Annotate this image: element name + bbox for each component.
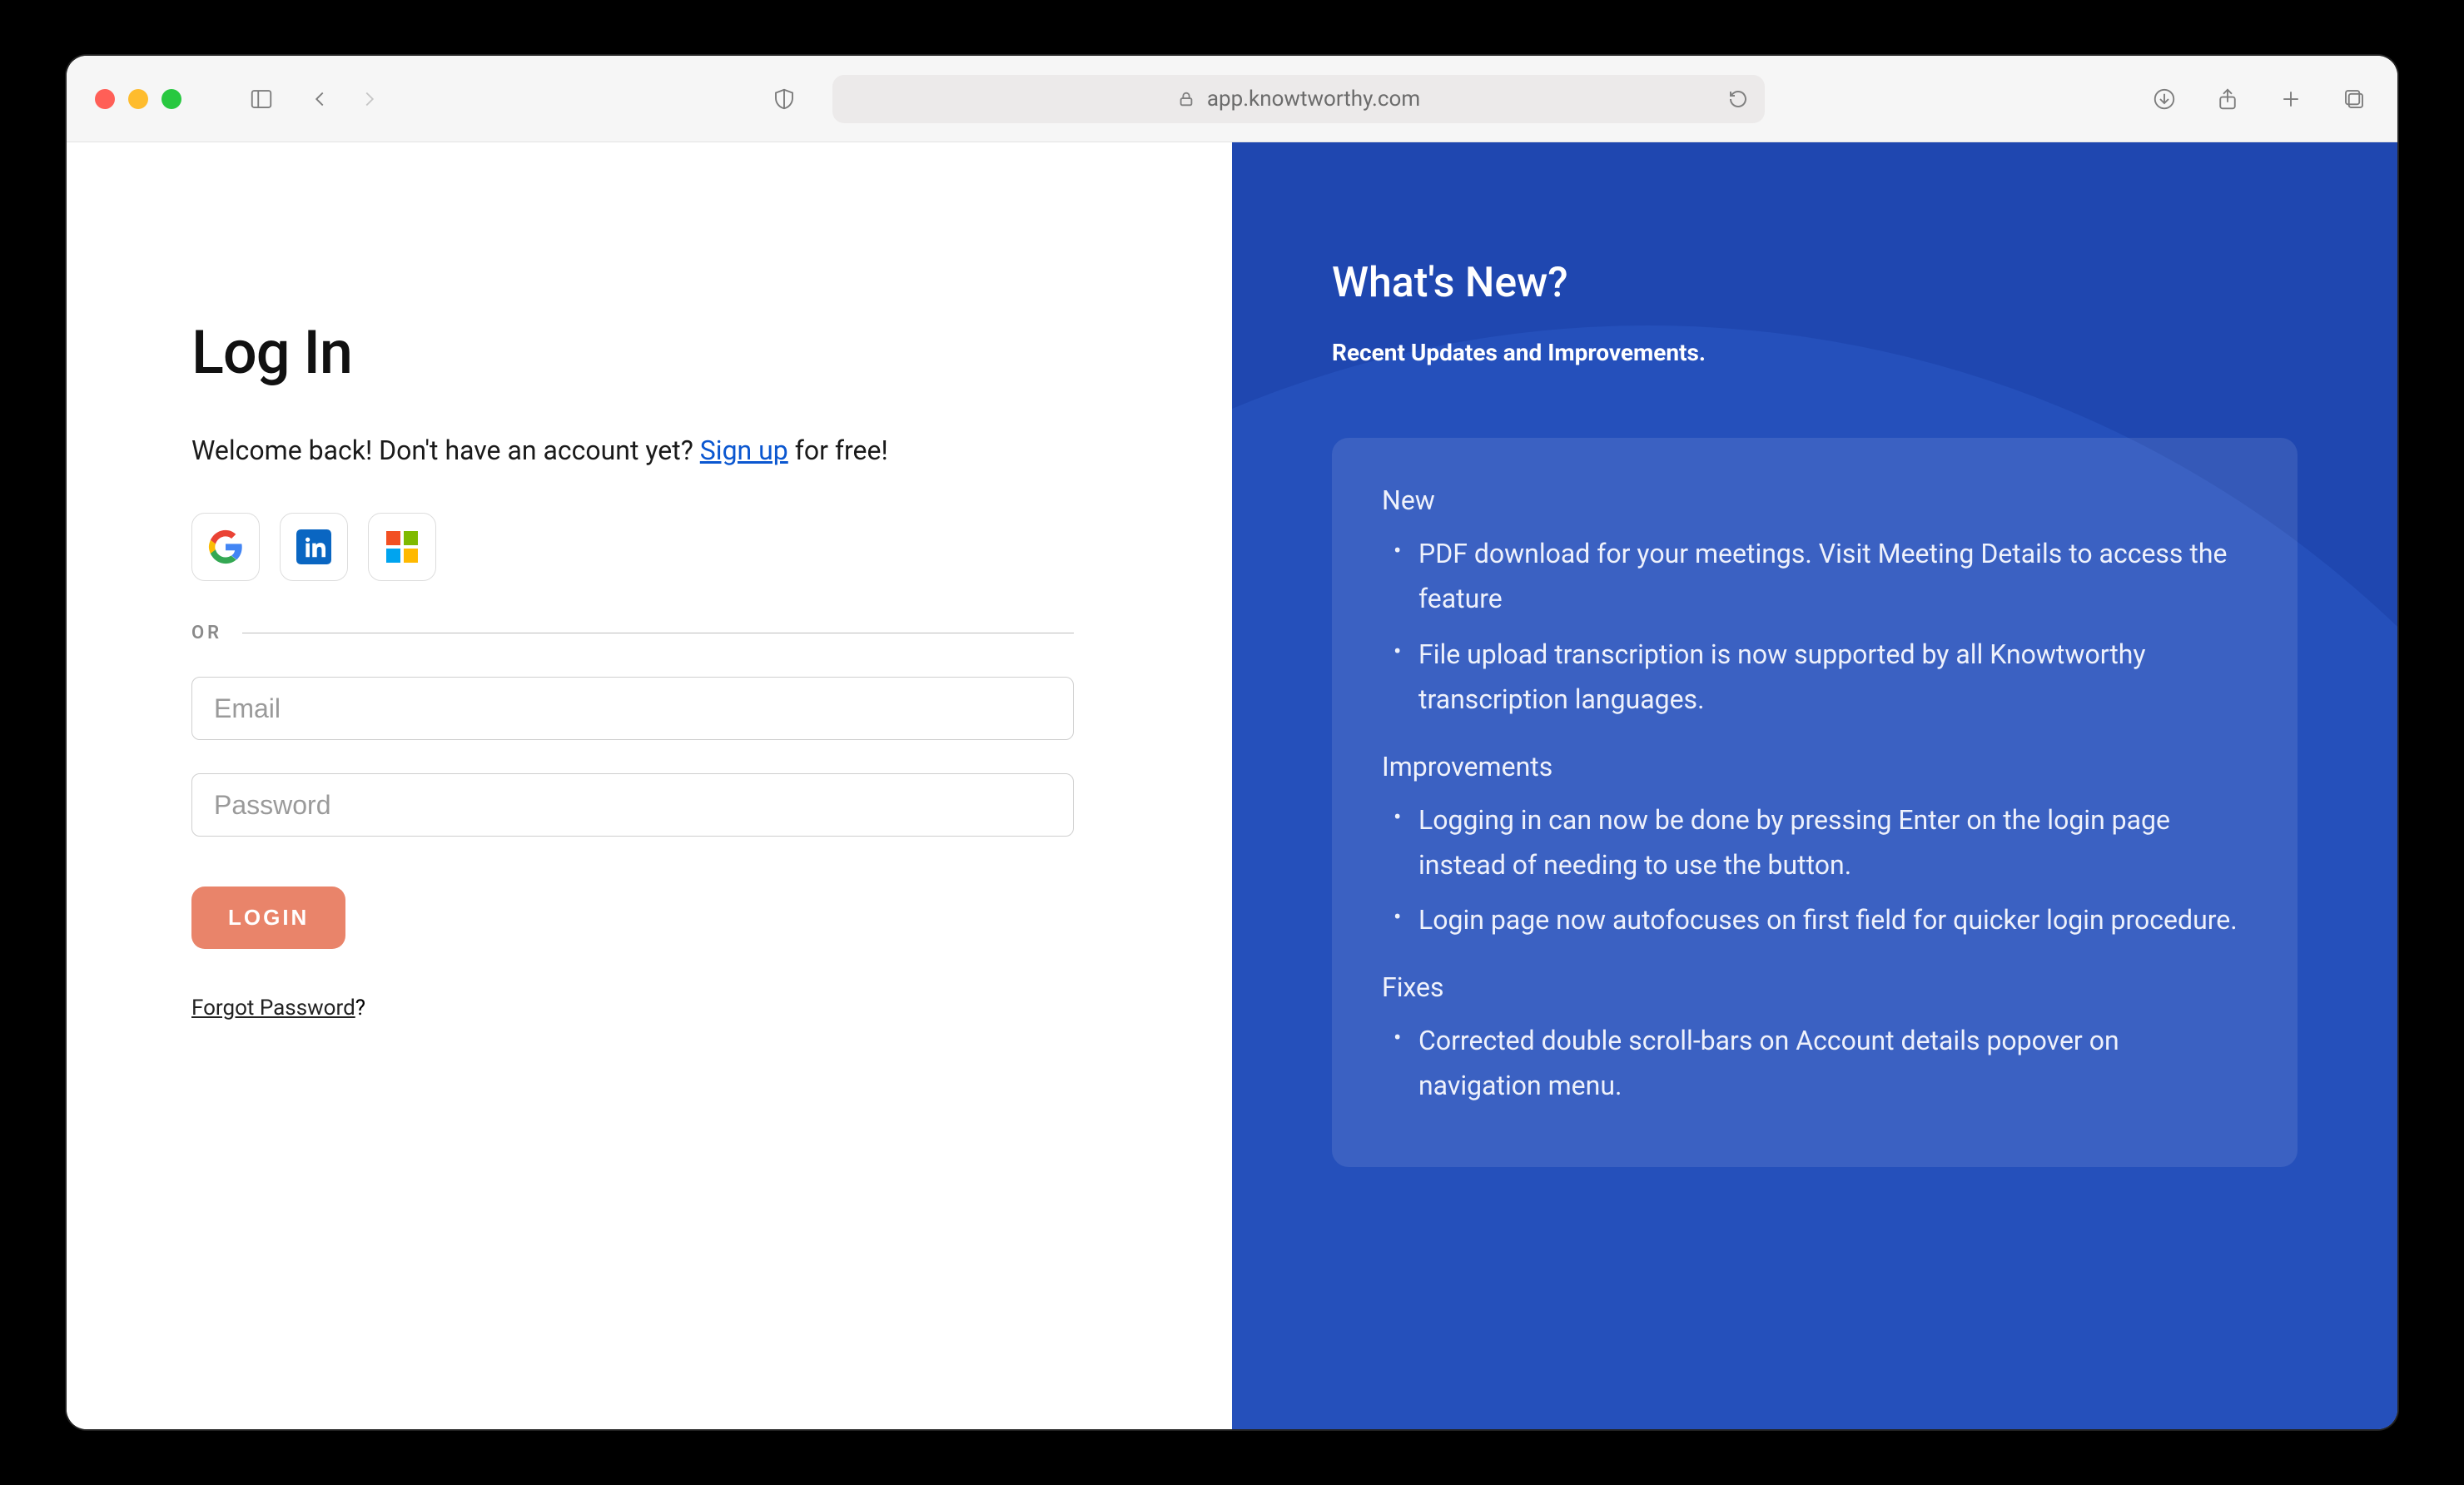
or-divider: OR	[191, 623, 1074, 643]
microsoft-icon	[386, 531, 418, 563]
page-title: Log In	[191, 317, 1074, 388]
close-window-button[interactable]	[95, 89, 115, 109]
refresh-icon[interactable]	[1728, 89, 1748, 109]
list-item: Login page now autofocuses on first fiel…	[1382, 897, 2248, 942]
whats-new-panel: What's New? Recent Updates and Improveme…	[1232, 142, 2397, 1429]
section-list-improvements: Logging in can now be done by pressing E…	[1382, 797, 2248, 943]
tabs-overview-icon[interactable]	[2339, 84, 2369, 114]
google-icon	[208, 529, 243, 564]
whats-new-title: What's New?	[1332, 259, 2298, 307]
browser-window: app.knowtworthy.com	[67, 56, 2397, 1429]
section-heading-fixes: Fixes	[1382, 971, 2248, 1003]
titlebar: app.knowtworthy.com	[67, 56, 2397, 142]
release-notes-card: New PDF download for your meetings. Visi…	[1332, 438, 2298, 1167]
microsoft-login-button[interactable]	[368, 513, 436, 581]
minimize-window-button[interactable]	[128, 89, 148, 109]
forgot-password-link[interactable]: Forgot Password	[191, 996, 355, 1021]
window-controls	[95, 89, 181, 109]
linkedin-icon	[296, 529, 331, 564]
share-icon[interactable]	[2213, 84, 2243, 114]
forgot-password: Forgot Password?	[191, 996, 1074, 1021]
downloads-icon[interactable]	[2149, 84, 2179, 114]
back-button[interactable]	[305, 84, 335, 114]
section-list-fixes: Corrected double scroll-bars on Account …	[1382, 1018, 2248, 1109]
welcome-text: Welcome back! Don't have an account yet?…	[191, 435, 1074, 466]
address-bar-url: app.knowtworthy.com	[1207, 87, 1420, 112]
login-panel: Log In Welcome back! Don't have an accou…	[67, 142, 1232, 1429]
page-content: Log In Welcome back! Don't have an accou…	[67, 142, 2397, 1429]
new-tab-icon[interactable]	[2276, 84, 2306, 114]
privacy-shield-icon[interactable]	[769, 84, 799, 114]
forward-button[interactable]	[355, 84, 385, 114]
forgot-password-q: ?	[355, 996, 365, 1021]
google-login-button[interactable]	[191, 513, 260, 581]
or-label: OR	[191, 623, 222, 643]
list-item: Logging in can now be done by pressing E…	[1382, 797, 2248, 888]
list-item: PDF download for your meetings. Visit Me…	[1382, 531, 2248, 622]
sidebar-icon[interactable]	[246, 84, 276, 114]
lock-icon	[1177, 90, 1195, 108]
section-heading-new: New	[1382, 484, 2248, 516]
whats-new-subtitle: Recent Updates and Improvements.	[1332, 339, 2298, 366]
section-list-new: PDF download for your meetings. Visit Me…	[1382, 531, 2248, 723]
welcome-pre: Welcome back! Don't have an account yet?	[191, 435, 700, 466]
fullscreen-window-button[interactable]	[161, 89, 181, 109]
welcome-post: for free!	[788, 435, 888, 466]
linkedin-login-button[interactable]	[280, 513, 348, 581]
address-bar[interactable]: app.knowtworthy.com	[832, 75, 1765, 123]
section-heading-improvements: Improvements	[1382, 751, 2248, 782]
signup-link[interactable]: Sign up	[700, 435, 788, 466]
list-item: Corrected double scroll-bars on Account …	[1382, 1018, 2248, 1109]
oauth-row	[191, 513, 1074, 581]
list-item: File upload transcription is now support…	[1382, 632, 2248, 723]
password-field[interactable]	[191, 773, 1074, 837]
email-field[interactable]	[191, 677, 1074, 740]
login-button[interactable]: LOGIN	[191, 887, 345, 949]
